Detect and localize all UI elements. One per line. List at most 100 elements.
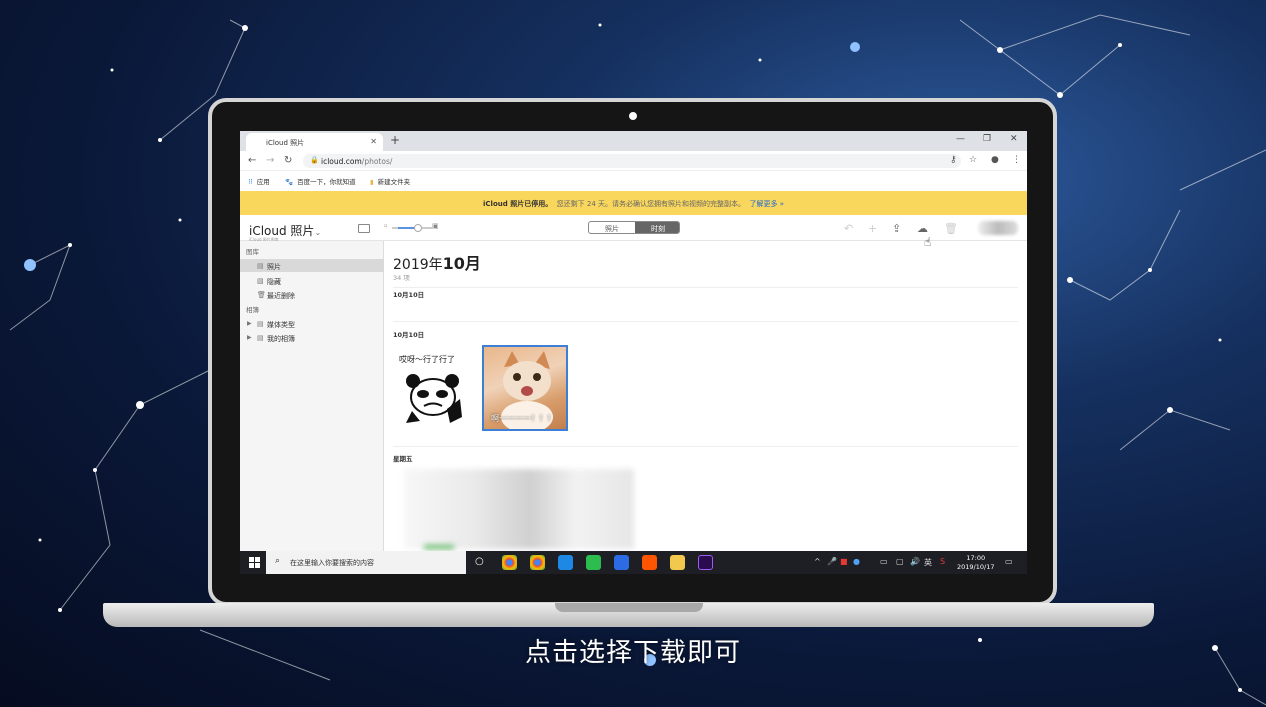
- start-icon[interactable]: [249, 557, 260, 568]
- back-icon[interactable]: ←: [248, 155, 256, 166]
- star-icon[interactable]: ☆: [969, 155, 977, 165]
- bookmark-baidu[interactable]: 🐾 百度一下，你就知道: [285, 176, 356, 186]
- bookmark-apps[interactable]: ⠿ 应用: [248, 176, 270, 186]
- learn-more-link[interactable]: 了解更多 »: [749, 200, 784, 208]
- wps-icon[interactable]: [614, 555, 629, 570]
- clock-time: 17:00: [966, 554, 986, 562]
- folder-icon: ▤: [257, 334, 264, 342]
- edge-icon[interactable]: [558, 555, 573, 570]
- system-clock[interactable]: 17:00 2019/10/17: [957, 554, 994, 572]
- tray-chevron-icon[interactable]: ^: [814, 557, 821, 566]
- file-explorer-icon[interactable]: [670, 555, 685, 570]
- minimize-icon[interactable]: —: [956, 134, 965, 144]
- clock-date: 2019/10/17: [957, 563, 995, 571]
- soundcloud-icon[interactable]: [642, 555, 657, 570]
- zoom-out-icon[interactable]: ▫: [384, 223, 387, 229]
- sidebar-item-my-albums[interactable]: ▶ ▤ 我的相簿: [240, 331, 384, 344]
- view-segmented-control: 照片 时刻: [588, 221, 680, 234]
- forward-icon[interactable]: →: [266, 155, 274, 166]
- folder-icon: ▤: [257, 320, 264, 328]
- expand-arrow-icon[interactable]: ▶: [247, 334, 252, 341]
- photo-thumbnail-cat-selected[interactable]: 啊一一一一！！！: [482, 345, 568, 431]
- network-icon[interactable]: ▭: [880, 557, 888, 566]
- segment-moments[interactable]: 时刻: [635, 222, 679, 233]
- deactivation-banner: iCloud 照片已停用。 您还剩下 24 天。请务必确认您拥有照片和视频的完整…: [240, 191, 1027, 215]
- sidebar-toggle-icon[interactable]: [358, 224, 370, 233]
- zoom-slider[interactable]: [392, 224, 432, 232]
- library-header: 图库: [246, 248, 259, 256]
- app-tray-icon[interactable]: ●: [853, 557, 860, 566]
- expand-arrow-icon[interactable]: ▶: [247, 320, 252, 327]
- add-icon[interactable]: +: [868, 222, 877, 235]
- address-bar-row: ← → ↻ 🔒 icloud.com/photos/ ⚷ ☆ ● ⋮: [240, 151, 1027, 171]
- folder-icon: ▮: [370, 178, 374, 186]
- sidebar-item-recently-deleted[interactable]: 🗑 最近删除: [240, 288, 384, 301]
- blurred-photos: [404, 469, 634, 549]
- section-date: 10月10日: [393, 291, 425, 299]
- premiere-icon[interactable]: [698, 555, 713, 570]
- lock-icon: 🔒: [310, 156, 319, 164]
- record-icon[interactable]: ■: [840, 557, 848, 566]
- maximize-icon[interactable]: ❐: [983, 134, 991, 144]
- bookmark-folder[interactable]: ▮ 新建文件夹: [370, 176, 410, 186]
- url-path: /photos/: [361, 157, 393, 166]
- close-window-icon[interactable]: ✕: [1010, 134, 1018, 144]
- sidebar-item-photos[interactable]: ▤ 照片: [240, 259, 384, 272]
- segment-photos[interactable]: 照片: [589, 224, 635, 233]
- sidebar: 图库 ▤ 照片 ▧ 隐藏 🗑 最近删除 相簿 ▶ ▤ 媒体类型 ▶ ▤ 我的相簿: [240, 241, 384, 551]
- panda-meme-image: [406, 374, 462, 423]
- tab-title: iCloud 照片: [266, 139, 305, 147]
- account-avatar[interactable]: [978, 221, 1018, 235]
- url-input[interactable]: 🔒 icloud.com/photos/: [303, 154, 961, 168]
- chrome-icon[interactable]: [502, 555, 517, 570]
- photos-toolbar: iCloud 照片⌄ iCloud 照片图库 ▫ ▣ 照片 时刻 ↶ + ⇪ ☁…: [240, 215, 1027, 242]
- photo-thumbnail-panda[interactable]: 哎呀～行了行了: [396, 354, 470, 428]
- display-icon[interactable]: ▢: [896, 557, 904, 566]
- ime-indicator[interactable]: 英: [924, 557, 932, 568]
- share-icon[interactable]: ⇪: [892, 222, 901, 235]
- wechat-icon[interactable]: [586, 555, 601, 570]
- taskbar-search-input[interactable]: ⌕ 在这里输入你要搜索的内容: [266, 551, 466, 574]
- photo-caption: 啊一一一一！！！: [491, 414, 555, 423]
- new-tab-icon[interactable]: +: [390, 133, 400, 147]
- month-heading: 2019年10月: [393, 254, 481, 273]
- profile-icon[interactable]: ●: [991, 155, 999, 165]
- blurred-photos: [424, 545, 454, 549]
- section-date: 星期五: [393, 455, 413, 463]
- reload-icon[interactable]: ↻: [284, 155, 292, 166]
- browser-tab[interactable]: iCloud 照片 ✕: [246, 133, 383, 151]
- moments-view: 2019年10月 34 项 10月10日 10月10日 哎呀～行了行了 啊一一一…: [384, 241, 1027, 551]
- tab-close-icon[interactable]: ✕: [370, 137, 377, 146]
- webcam: [629, 112, 637, 120]
- video-subtitle: 点击选择下载即可: [524, 638, 741, 668]
- hidden-icon: ▧: [257, 277, 264, 285]
- banner-title: iCloud 照片已停用。: [483, 200, 553, 208]
- trash-icon: 🗑: [257, 291, 266, 299]
- chrome-alt-icon[interactable]: [530, 555, 545, 570]
- bookmarks-bar: ⠿ 应用 🐾 百度一下，你就知道 ▮ 新建文件夹: [240, 171, 1027, 190]
- item-count: 34 项: [393, 274, 410, 282]
- sogou-icon[interactable]: S: [940, 557, 945, 566]
- search-icon: ⌕: [275, 556, 281, 566]
- key-icon[interactable]: ⚷: [950, 155, 957, 165]
- section-date: 10月10日: [393, 331, 425, 339]
- sidebar-item-hidden[interactable]: ▧ 隐藏: [240, 274, 384, 287]
- menu-icon[interactable]: ⋮: [1012, 155, 1021, 165]
- baidu-icon: 🐾: [285, 178, 294, 186]
- download-icon[interactable]: ☁: [917, 222, 928, 235]
- banner-message: 您还剩下 24 天。请务必确认您拥有照片和视频的完整副本。: [556, 200, 746, 208]
- notification-icon[interactable]: ▭: [1005, 557, 1013, 566]
- albums-header: 相簿: [246, 306, 259, 314]
- cortana-icon[interactable]: ○: [475, 556, 484, 567]
- sidebar-item-media-types[interactable]: ▶ ▤ 媒体类型: [240, 317, 384, 330]
- url-host: icloud.com: [321, 157, 362, 166]
- rotate-icon[interactable]: ↶: [844, 222, 853, 235]
- mic-icon[interactable]: 🎤: [827, 557, 837, 566]
- trash-icon[interactable]: 🗑: [944, 222, 958, 235]
- laptop-screen: iCloud 照片 ✕ + — ❐ ✕ ← → ↻ 🔒 icloud.com/p…: [240, 131, 1027, 574]
- volume-icon[interactable]: 🔊: [910, 557, 920, 566]
- zoom-in-icon[interactable]: ▣: [432, 222, 439, 230]
- app-logo[interactable]: iCloud 照片⌄ iCloud 照片图库: [249, 222, 322, 242]
- logo-caret-icon: ⌄: [314, 228, 322, 237]
- browser-tab-bar: iCloud 照片 ✕ + — ❐ ✕: [240, 131, 1027, 151]
